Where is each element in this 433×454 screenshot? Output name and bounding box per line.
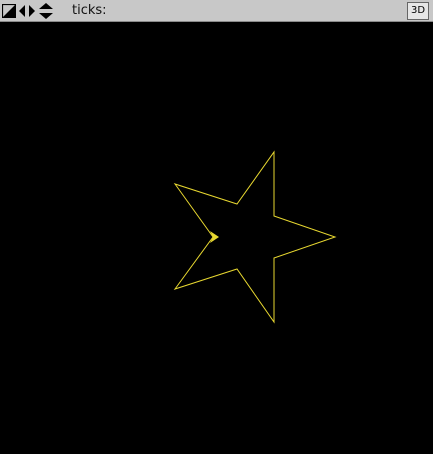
view-3d-button[interactable]: 3D bbox=[407, 2, 429, 20]
pan-vertical-icon[interactable] bbox=[38, 3, 54, 19]
netlogo-view-window: ticks: 3D bbox=[0, 0, 433, 454]
turtle-arrowhead-icon bbox=[210, 231, 219, 243]
star-shape bbox=[173, 150, 337, 324]
zoom-icon[interactable] bbox=[2, 4, 16, 18]
world-view-canvas[interactable] bbox=[0, 22, 433, 454]
ticks-label: ticks: bbox=[72, 3, 107, 18]
pan-horizontal-icon[interactable] bbox=[19, 4, 35, 18]
view-controls bbox=[2, 3, 54, 19]
view-toolbar: ticks: 3D bbox=[0, 0, 433, 22]
world-view-svg bbox=[173, 150, 337, 324]
